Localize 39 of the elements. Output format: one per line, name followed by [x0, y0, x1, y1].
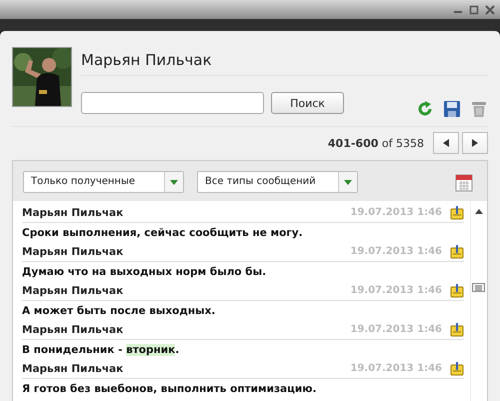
- contact-name: Марьян Пильчак: [81, 47, 488, 76]
- message-time: 19.07.2013 1:46: [350, 246, 442, 257]
- save-icon[interactable]: [443, 100, 461, 118]
- message-author: Марьян Пильчак: [22, 206, 124, 218]
- filter-dropdown[interactable]: Только полученные: [23, 171, 184, 193]
- attachment-icon[interactable]: [450, 322, 464, 337]
- message-author: Марьян Пильчак: [22, 362, 124, 374]
- previous-page-button[interactable]: [433, 132, 459, 154]
- caret-icon: [344, 180, 352, 184]
- attachment-icon[interactable]: [450, 361, 464, 376]
- message-time: 19.07.2013 1:46: [350, 324, 442, 335]
- filter-dropdown[interactable]: Все типы сообщений: [197, 171, 358, 193]
- attachment-icon[interactable]: [450, 205, 464, 220]
- message-time: 19.07.2013 1:46: [350, 363, 442, 374]
- message-time: 19.07.2013 1:46: [350, 207, 442, 218]
- message-time: 19.07.2013 1:46: [350, 285, 442, 296]
- message-text: Думаю что на выходных норм было бы.: [22, 265, 268, 278]
- search-button[interactable]: Поиск: [271, 92, 344, 114]
- message-author: Марьян Пильчак: [22, 324, 124, 336]
- refresh-icon[interactable]: [416, 100, 434, 118]
- message-text: Сроки выполнения, сейчас сообщить не могу.: [22, 226, 304, 239]
- left-triangle-icon: [442, 139, 450, 147]
- attachment-icon[interactable]: [450, 244, 464, 259]
- message-author: Марьян Пильчак: [22, 284, 124, 296]
- maximize-icon[interactable]: [468, 4, 480, 16]
- next-page-button[interactable]: [462, 132, 488, 154]
- message-author: Марьян Пильчак: [22, 246, 124, 258]
- message-text: В понидельник - вторник.: [22, 343, 180, 356]
- right-triangle-icon: [471, 139, 479, 147]
- page-range: 401-600 of 5358: [328, 136, 424, 150]
- caret-icon: [170, 180, 178, 184]
- close-icon[interactable]: [484, 4, 496, 16]
- attachment-icon[interactable]: [450, 283, 464, 298]
- message-text: А может быть после выходных.: [22, 304, 216, 317]
- message-text: Я готов без выебонов, выполнить оптимизацию.: [22, 382, 318, 395]
- scroll-thumb-icon[interactable]: [472, 283, 485, 292]
- scroll-up-icon[interactable]: [475, 209, 483, 214]
- calendar-icon[interactable]: [455, 172, 473, 192]
- search-field[interactable]: [81, 92, 264, 114]
